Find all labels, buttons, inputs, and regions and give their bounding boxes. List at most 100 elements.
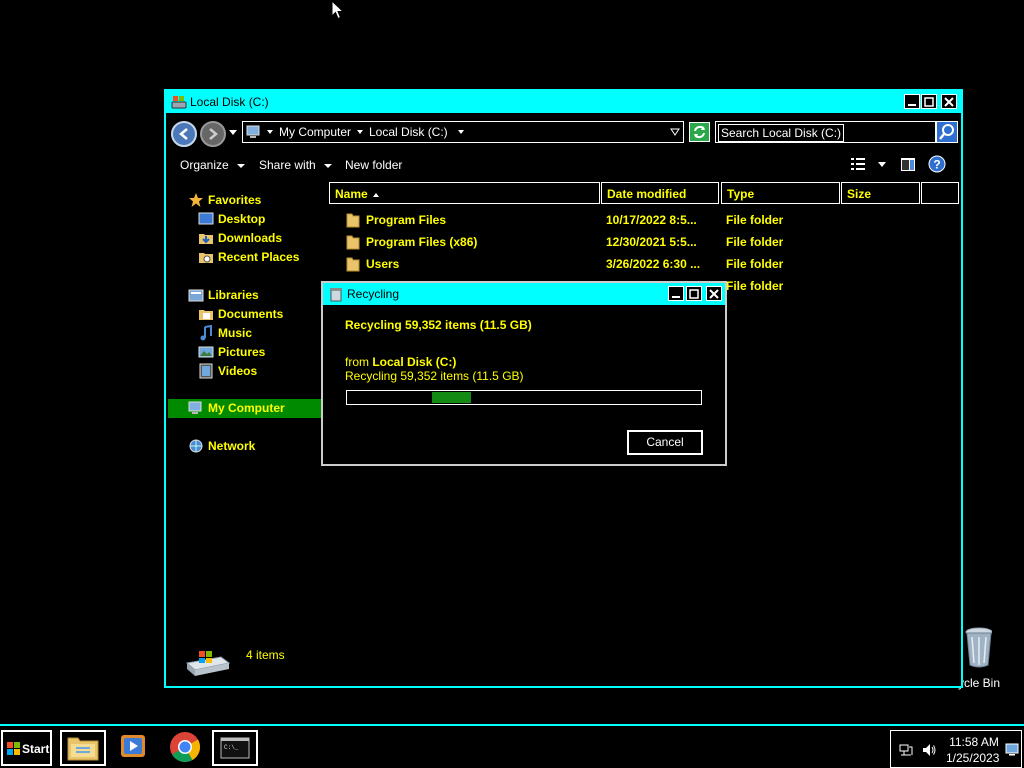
file-name: Users [366, 257, 400, 271]
maximize-button[interactable] [921, 94, 937, 109]
file-row[interactable]: Users 3/26/2022 6:30 ... File folder [341, 253, 941, 275]
clock-date[interactable]: 1/25/2023 [946, 751, 999, 765]
column-header-filler [921, 182, 959, 204]
preview-pane-icon[interactable] [900, 157, 916, 172]
downloads-folder-icon [199, 234, 213, 244]
svg-text:C:\_: C:\_ [224, 744, 239, 751]
notification-area: 11:58 AM 1/25/2023 [890, 730, 1022, 768]
file-date: 3/26/2022 6:30 ... [606, 257, 701, 271]
column-date-label: Date modified [607, 187, 687, 201]
computer-icon [246, 125, 260, 138]
file-type: File folder [726, 279, 784, 293]
clock-time[interactable]: 11:58 AM [948, 735, 1000, 749]
arrow-right-icon [209, 128, 218, 140]
recycling-dialog: Recycling Recycling 59,352 items (11.5 G… [321, 281, 727, 466]
chevron-down-icon[interactable] [458, 130, 464, 134]
chevron-down-icon [323, 163, 332, 168]
drive-icon [171, 96, 187, 109]
file-row[interactable]: Program Files (x86) 12/30/2021 5:5... Fi… [341, 231, 941, 253]
breadcrumb-local-disk[interactable]: Local Disk (C:) [369, 125, 448, 139]
show-desktop-icon[interactable] [1005, 742, 1019, 756]
close-button[interactable] [941, 94, 957, 109]
search-icon [939, 124, 954, 140]
breadcrumb-my-computer[interactable]: My Computer [279, 125, 351, 139]
view-options-icon[interactable] [850, 157, 866, 171]
folder-icon [346, 235, 360, 250]
refresh-button[interactable] [689, 122, 710, 142]
network-icon [189, 439, 203, 453]
minimize-button[interactable] [904, 94, 920, 109]
star-icon [189, 193, 203, 207]
from-prefix: from [345, 355, 373, 369]
dialog-close-button[interactable] [706, 286, 722, 301]
svg-text:?: ? [933, 158, 940, 172]
start-label: Start [22, 742, 50, 756]
search-input[interactable]: Search Local Disk (C:) [715, 121, 936, 143]
dialog-title: Recycling [347, 287, 400, 301]
refresh-icon [694, 125, 705, 139]
recycling-progress-bar [346, 390, 702, 405]
recycle-bin-icon [965, 627, 992, 668]
minimize-icon [672, 296, 680, 298]
nav-network-label: Network [208, 439, 256, 453]
cancel-button[interactable]: Cancel [626, 429, 704, 456]
network-status-icon[interactable] [899, 743, 913, 757]
taskbar-cmd-button[interactable]: C:\_ [212, 730, 258, 766]
help-icon[interactable]: ? [928, 155, 946, 173]
arrow-left-icon [179, 128, 188, 140]
address-history-dropdown-icon[interactable] [670, 128, 680, 136]
forward-button[interactable] [200, 121, 226, 147]
computer-icon [188, 401, 202, 414]
nav-my-computer[interactable]: My Computer [168, 399, 322, 418]
recent-places-icon [199, 253, 213, 263]
taskbar-chrome-button[interactable] [162, 730, 208, 766]
file-type: File folder [726, 235, 784, 249]
column-type-label: Type [727, 187, 755, 201]
taskbar-explorer-button[interactable] [60, 730, 106, 766]
documents-icon [199, 310, 213, 320]
back-button[interactable] [171, 121, 197, 147]
address-field[interactable]: My Computer Local Disk (C:) [242, 121, 684, 143]
taskbar: Start C:\_ 11:58 AM 1/25/2023 [0, 724, 1024, 768]
column-header-type[interactable]: Type [721, 182, 840, 204]
recycling-source: from Local Disk (C:) [345, 355, 456, 369]
organize-menu[interactable]: Organize [180, 158, 245, 172]
dialog-minimize-button[interactable] [668, 286, 684, 301]
window-titlebar[interactable]: Local Disk (C:) [166, 91, 961, 113]
start-button[interactable]: Start [1, 730, 52, 766]
close-icon [944, 97, 954, 107]
sort-ascending-icon [372, 192, 379, 197]
recent-pages-dropdown[interactable] [229, 130, 237, 136]
maximize-icon [689, 289, 699, 299]
search-button[interactable] [936, 121, 958, 143]
file-date: 10/17/2022 8:5... [606, 213, 697, 227]
new-folder-button[interactable]: New folder [345, 158, 402, 172]
chevron-down-icon[interactable] [878, 162, 886, 167]
file-type: File folder [726, 213, 784, 227]
nav-desktop-label: Desktop [218, 212, 266, 226]
recycle-bin-label: ycle Bin [958, 676, 1001, 690]
chrome-icon [170, 732, 200, 763]
desktop-icon [198, 212, 214, 225]
nav-documents-label: Documents [218, 307, 284, 321]
share-with-menu[interactable]: Share with [259, 158, 332, 172]
recycle-icon [330, 288, 342, 302]
column-header-date[interactable]: Date modified [601, 182, 719, 204]
file-row[interactable]: Program Files 10/17/2022 8:5... File fol… [341, 209, 941, 231]
file-list-header: Name Date modified Type Size [329, 182, 959, 204]
desktop-recycle-bin[interactable]: ycle Bin [958, 625, 1024, 695]
dialog-titlebar[interactable]: Recycling [323, 283, 725, 305]
videos-icon [199, 363, 213, 379]
navigation-pane: Favorites Desktop Downloads Recent Place… [166, 181, 326, 621]
chevron-down-icon[interactable] [267, 130, 273, 134]
recycling-headline: Recycling 59,352 items (11.5 GB) [345, 318, 532, 332]
dialog-maximize-button[interactable] [686, 286, 702, 301]
chevron-down-icon[interactable] [357, 130, 363, 134]
volume-icon[interactable] [922, 743, 936, 757]
taskbar-media-player-button[interactable] [112, 730, 158, 766]
item-count: 4 items [246, 648, 285, 662]
column-header-name[interactable]: Name [329, 182, 600, 204]
file-explorer-icon [67, 737, 99, 761]
source-location: Local Disk (C:) [372, 355, 457, 369]
column-header-size[interactable]: Size [841, 182, 920, 204]
